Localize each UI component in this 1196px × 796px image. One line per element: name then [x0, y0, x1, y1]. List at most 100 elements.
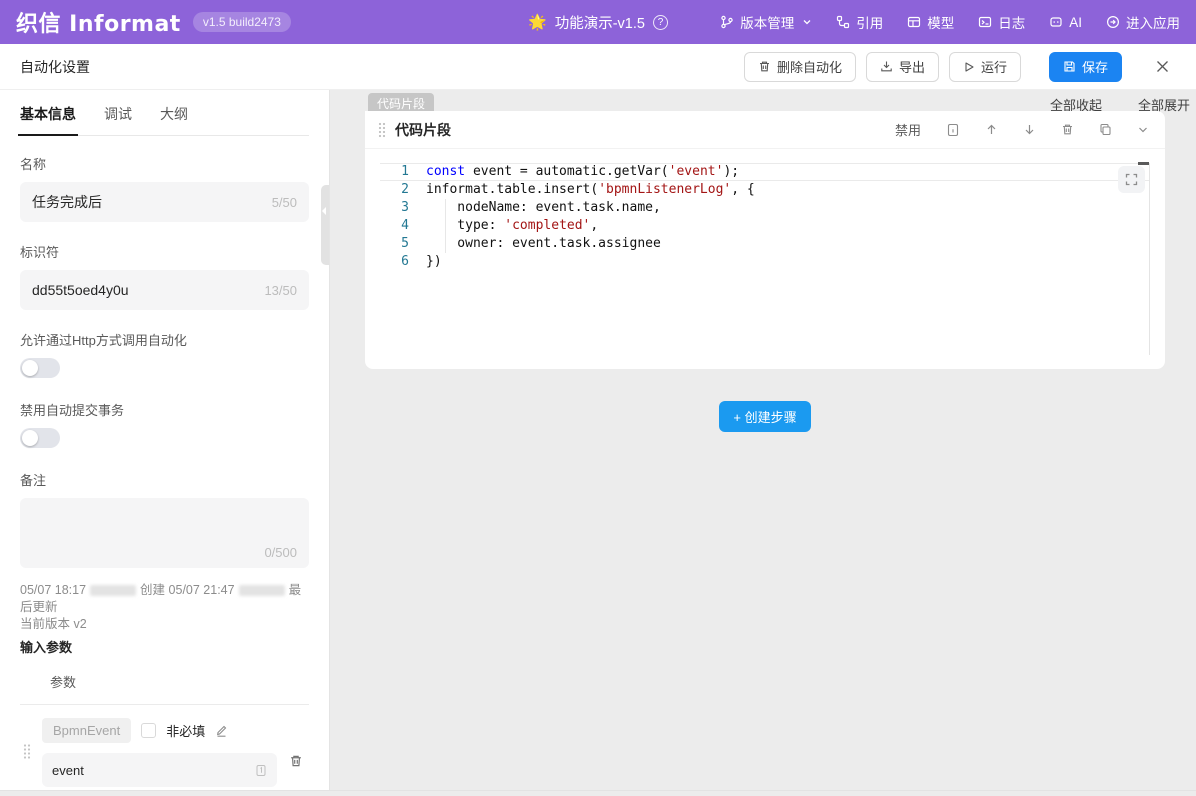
collapse-step-icon[interactable] [1137, 124, 1149, 136]
current-version: 当前版本 v2 [20, 616, 309, 633]
button-label: 运行 [981, 57, 1007, 76]
param-name-input[interactable]: event [42, 753, 277, 787]
nav-model[interactable]: 模型 [907, 12, 954, 32]
chevron-down-icon [802, 17, 812, 27]
play-icon [963, 61, 975, 73]
remark-counter: 0/500 [264, 545, 297, 560]
nav-ai[interactable]: AI [1049, 15, 1082, 30]
code-line[interactable]: 6}) [380, 253, 1149, 271]
app-header: 织信 Informat v1.5 build2473 🌟 功能演示-v1.5 ?… [0, 0, 1196, 44]
tab-debug[interactable]: 调试 [104, 104, 132, 124]
param-type-tag: BpmnEvent [42, 718, 131, 743]
param-item: BpmnEvent 非必填 event [20, 705, 309, 790]
code-text: informat.table.insert('bpmnListenerLog',… [426, 181, 1149, 199]
code-text: }) [426, 253, 1149, 271]
save-icon [1063, 60, 1076, 73]
drag-handle-icon[interactable] [377, 121, 387, 139]
input-params-title: 输入参数 [20, 637, 309, 656]
file-info-icon[interactable] [946, 123, 960, 137]
identifier-value: dd55t5oed4y0u [32, 282, 264, 298]
code-line[interactable]: 2informat.table.insert('bpmnListenerLog'… [380, 181, 1149, 199]
transaction-toggle-label: 禁用自动提交事务 [20, 400, 309, 419]
nav-label: AI [1069, 15, 1082, 30]
nav-version-management[interactable]: 版本管理 [720, 12, 812, 32]
create-step-container: + 创建步骤 [365, 401, 1165, 432]
delete-automation-button[interactable]: 删除自动化 [744, 52, 856, 82]
code-step-card: 代码片段 禁用 1const event = automatic.getVar(… [365, 111, 1165, 369]
remark-textarea[interactable]: 0/500 [20, 498, 309, 568]
card-toolbar: 禁用 [895, 120, 1149, 139]
transaction-toggle[interactable] [20, 428, 60, 448]
delete-param-icon[interactable] [289, 754, 303, 768]
drag-handle-icon[interactable] [22, 743, 32, 764]
export-icon [880, 60, 893, 73]
button-label: 导出 [899, 57, 925, 76]
delete-step-icon[interactable] [1061, 123, 1074, 136]
nav-label: 版本管理 [740, 12, 794, 32]
param-value-row: event [42, 753, 309, 787]
content-area: 基本信息 调试 大纲 名称 任务完成后 5/50 标识符 dd55t5oed4y… [0, 90, 1196, 790]
nav-enter-app[interactable]: 进入应用 [1106, 12, 1180, 32]
meta-info: 05/07 18:17创建 05/07 21:47最后更新 当前版本 v2 [20, 582, 309, 633]
nav-label: 模型 [927, 12, 954, 32]
close-icon[interactable] [1148, 53, 1176, 81]
code-line[interactable]: 5 owner: event.task.assignee [380, 235, 1149, 253]
app-title-group: 🌟 功能演示-v1.5 ? [528, 0, 668, 44]
model-icon [907, 15, 921, 29]
name-counter: 5/50 [272, 195, 297, 210]
created-time: 05/07 18:17 [20, 583, 86, 597]
line-number: 4 [380, 217, 426, 235]
created-suffix: 创建 [140, 583, 165, 597]
button-label: 删除自动化 [777, 57, 842, 76]
remark-field-label: 备注 [20, 470, 309, 489]
http-toggle-label: 允许通过Http方式调用自动化 [20, 330, 309, 349]
params-section-title: 参数 [20, 672, 309, 691]
help-icon[interactable]: ? [653, 15, 668, 30]
version-badge: v1.5 build2473 [193, 12, 291, 32]
app-star-icon: 🌟 [528, 13, 547, 31]
create-step-button[interactable]: + 创建步骤 [719, 401, 810, 432]
copy-step-icon[interactable] [1099, 123, 1112, 136]
code-text: const event = automatic.getVar('event'); [426, 163, 1149, 181]
tab-outline[interactable]: 大纲 [160, 104, 188, 124]
redacted-creator-name [90, 585, 136, 596]
save-button[interactable]: 保存 [1049, 52, 1122, 82]
nav-reference[interactable]: 引用 [836, 12, 883, 32]
bottom-scrollbar-track[interactable] [0, 790, 1196, 796]
name-input[interactable]: 任务完成后 5/50 [20, 182, 309, 222]
code-line[interactable]: 1const event = automatic.getVar('event')… [380, 163, 1149, 181]
name-field-label: 名称 [20, 154, 309, 173]
move-up-icon[interactable] [985, 123, 998, 136]
code-text: owner: event.task.assignee [426, 235, 1149, 253]
automation-canvas: 全部收起 全部展开 代码片段 代码片段 禁用 [330, 90, 1196, 790]
nav-log[interactable]: 日志 [978, 12, 1025, 32]
reference-icon [836, 15, 850, 29]
code-text: type: 'completed', [426, 217, 1149, 235]
card-title: 代码片段 [395, 120, 451, 140]
http-toggle[interactable] [20, 358, 60, 378]
code-line[interactable]: 3 nodeName: event.task.name, [380, 199, 1149, 217]
page-title: 自动化设置 [20, 57, 90, 77]
code-line[interactable]: 4 type: 'completed', [380, 217, 1149, 235]
sidebar-collapse-handle[interactable] [321, 185, 329, 265]
nav-label: 引用 [856, 12, 883, 32]
disable-step-button[interactable]: 禁用 [895, 120, 921, 139]
nav-label: 进入应用 [1126, 12, 1180, 32]
tab-basic-info[interactable]: 基本信息 [20, 104, 76, 124]
sidebar-tabs: 基本信息 调试 大纲 [20, 104, 309, 136]
export-button[interactable]: 导出 [866, 52, 939, 82]
optional-label: 非必填 [166, 721, 205, 740]
edit-pencil-icon[interactable] [215, 724, 228, 737]
move-down-icon[interactable] [1023, 123, 1036, 136]
run-button[interactable]: 运行 [949, 52, 1021, 82]
text-type-icon [255, 764, 267, 777]
button-label: 保存 [1082, 57, 1108, 76]
identifier-input[interactable]: dd55t5oed4y0u 13/50 [20, 270, 309, 310]
code-editor[interactable]: 1const event = automatic.getVar('event')… [380, 163, 1150, 355]
optional-checkbox[interactable] [141, 723, 156, 738]
param-name-value: event [52, 763, 255, 778]
fullscreen-expand-icon[interactable] [1118, 166, 1145, 193]
settings-toolbar: 自动化设置 删除自动化 导出 运行 保存 [0, 44, 1196, 90]
param-meta-row: BpmnEvent 非必填 [42, 718, 309, 743]
identifier-field-label: 标识符 [20, 242, 309, 261]
